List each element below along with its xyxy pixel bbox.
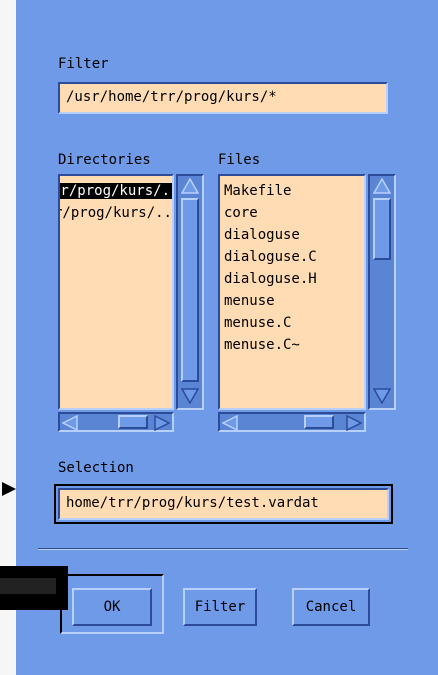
files-vertical-scrollbar[interactable]: [368, 174, 396, 410]
scrollbar-thumb[interactable]: [373, 198, 391, 260]
files-label: Files: [218, 152, 261, 168]
filter-button[interactable]: Filter: [183, 588, 257, 626]
directories-vertical-scrollbar[interactable]: [176, 174, 204, 410]
scrollbar-thumb[interactable]: [118, 415, 148, 429]
directory-item[interactable]: /usr/home/trr/prog/kurs/.: [60, 180, 172, 202]
ok-button[interactable]: OK: [72, 588, 152, 626]
scroll-up-arrow-icon[interactable]: [181, 178, 199, 194]
file-item[interactable]: dialoguse: [220, 224, 364, 246]
selection-input[interactable]: home/trr/prog/kurs/test.vardat: [58, 488, 389, 520]
file-item[interactable]: menuse: [220, 290, 364, 312]
directory-item[interactable]: /usr/home/trr/prog/kurs/..: [60, 202, 172, 224]
file-item[interactable]: core: [220, 202, 364, 224]
filter-label: Filter: [58, 56, 109, 72]
separator: [38, 549, 408, 550]
scroll-left-arrow-icon[interactable]: [222, 415, 238, 431]
scroll-right-arrow-icon[interactable]: [346, 415, 362, 431]
directories-list[interactable]: /usr/home/trr/prog/kurs/. /usr/home/trr/…: [58, 174, 174, 410]
scroll-left-arrow-icon[interactable]: [62, 415, 78, 431]
file-item[interactable]: menuse.C: [220, 312, 364, 334]
files-list[interactable]: Makefile core dialoguse dialoguse.C dial…: [218, 174, 366, 410]
file-item[interactable]: dialoguse.H: [220, 268, 364, 290]
scrollbar-thumb[interactable]: [304, 415, 334, 429]
scroll-down-arrow-icon[interactable]: [373, 388, 391, 404]
black-overlay-bar: [0, 566, 68, 610]
cancel-button[interactable]: Cancel: [292, 588, 370, 626]
scroll-up-arrow-icon[interactable]: [373, 178, 391, 194]
mouse-pointer-icon: [2, 482, 16, 496]
scroll-right-arrow-icon[interactable]: [154, 415, 170, 431]
filter-input[interactable]: /usr/home/trr/prog/kurs/*: [58, 82, 388, 114]
file-item[interactable]: Makefile: [220, 180, 364, 202]
directories-horizontal-scrollbar[interactable]: [58, 412, 174, 432]
overlay-inner: [0, 578, 56, 594]
selection-label: Selection: [58, 460, 134, 476]
file-item[interactable]: menuse.C~: [220, 334, 364, 356]
file-item[interactable]: dialoguse.C: [220, 246, 364, 268]
directories-label: Directories: [58, 152, 151, 168]
files-horizontal-scrollbar[interactable]: [218, 412, 366, 432]
scrollbar-thumb[interactable]: [181, 198, 199, 382]
scroll-down-arrow-icon[interactable]: [181, 388, 199, 404]
